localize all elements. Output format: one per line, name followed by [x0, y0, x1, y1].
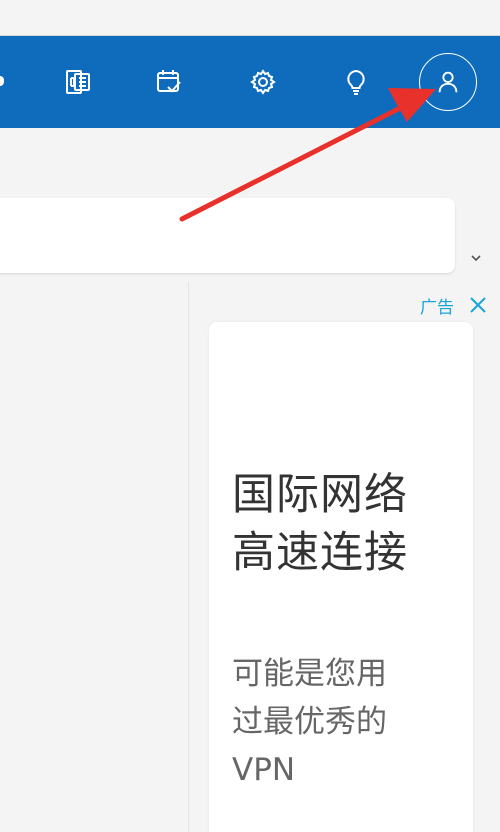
calendar-check-icon[interactable]: [150, 63, 188, 101]
chevron-down-icon[interactable]: [468, 250, 484, 266]
ad-subtext-line-1: 可能是您用: [232, 656, 387, 692]
ad-subtext: 可能是您用 过最优秀的 VPN: [232, 650, 472, 794]
ad-subtext-line-2: 过最优秀的: [232, 704, 387, 740]
top-app-bar: [0, 35, 500, 129]
close-icon[interactable]: [467, 294, 489, 316]
left-edge-glyph: [0, 76, 4, 86]
person-icon: [438, 71, 458, 93]
ad-tag-label: 广告: [420, 298, 454, 318]
tips-lightbulb-icon[interactable]: [337, 63, 375, 101]
ad-headline-line-2: 高速连接: [232, 528, 408, 578]
message-header-card: [0, 198, 455, 273]
page: 广告 国际网络 高速连接 可能是您用 过最优秀的 VPN: [0, 0, 500, 832]
settings-gear-icon[interactable]: [244, 63, 282, 101]
account-avatar-button[interactable]: [419, 53, 477, 111]
sub-toolbar: [0, 128, 500, 198]
office-apps-icon[interactable]: [59, 63, 97, 101]
ad-subtext-line-3: VPN: [232, 752, 296, 788]
reading-pane: [0, 282, 189, 832]
ad-headline-line-1: 国际网络: [232, 470, 408, 520]
ad-headline: 国际网络 高速连接: [232, 466, 472, 582]
